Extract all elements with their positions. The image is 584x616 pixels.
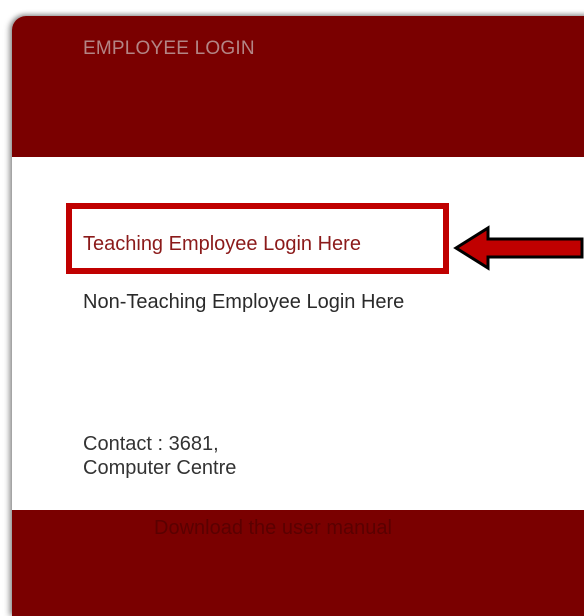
login-panel: EMPLOYEE LOGIN Teaching Employee Login H… xyxy=(12,16,584,616)
teaching-employee-login-link[interactable]: Teaching Employee Login Here xyxy=(83,233,361,256)
contact-phone: Contact : 3681, xyxy=(83,433,219,455)
footer-bar: Download the user manual xyxy=(12,510,584,616)
login-options: Teaching Employee Login Here Non-Teachin… xyxy=(12,157,584,510)
header-bar: EMPLOYEE LOGIN xyxy=(12,16,584,157)
header-title: EMPLOYEE LOGIN xyxy=(83,38,255,59)
download-user-manual-link[interactable]: Download the user manual xyxy=(154,517,392,540)
contact-info: Contact : 3681, Computer Centre xyxy=(83,432,236,480)
non-teaching-employee-login-link[interactable]: Non-Teaching Employee Login Here xyxy=(83,291,404,314)
left-arrow-icon xyxy=(453,225,584,271)
contact-department: Computer Centre xyxy=(83,457,237,479)
